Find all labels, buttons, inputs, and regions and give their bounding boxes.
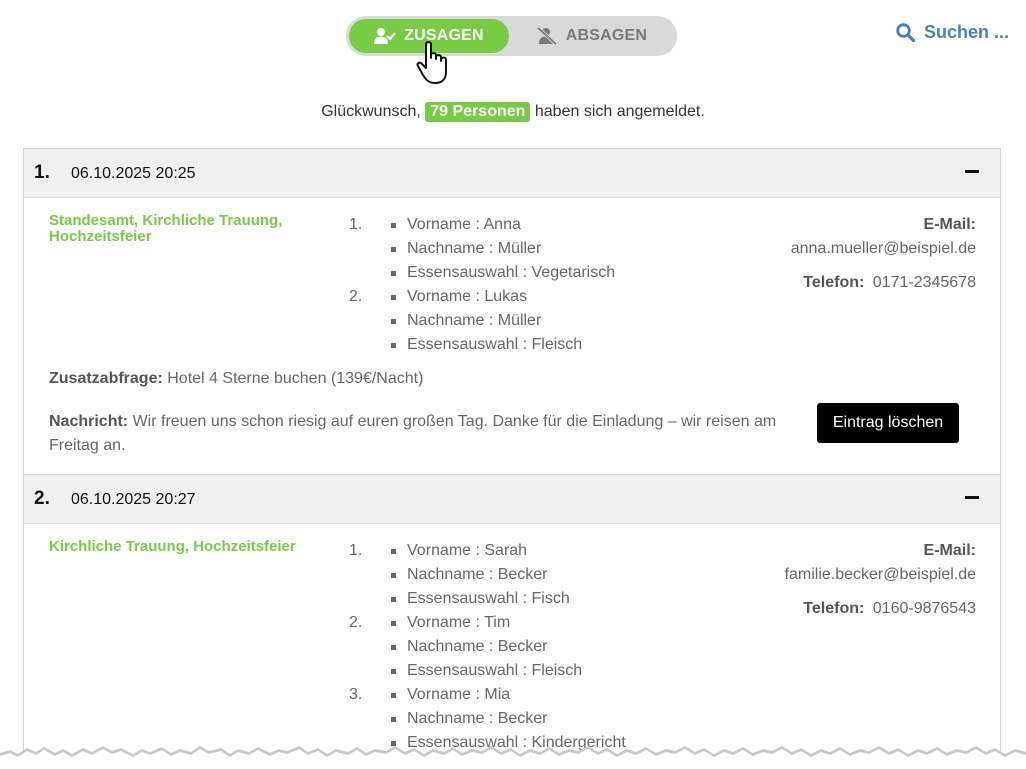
phone-row: Telefon: 0171-2345678 xyxy=(803,274,976,292)
guest-number: 2. xyxy=(349,614,363,631)
phone-row: Telefon: 0160-9876543 xyxy=(803,600,976,618)
email-label: E-Mail: xyxy=(923,542,976,559)
user-cancel-icon xyxy=(536,27,557,45)
summary-prefix: Glückwunsch, xyxy=(321,103,421,120)
guest-meal: Essensauswahl : Vegetarisch xyxy=(407,264,616,281)
guest-firstname: Vorname : Tim xyxy=(407,614,511,631)
guest-firstname: Vorname : Lukas xyxy=(407,288,528,305)
message-text: Wir freuen uns schon riesig auf euren gr… xyxy=(49,413,777,454)
guest-meal: Essensauswahl : Fleisch xyxy=(407,662,583,679)
user-check-icon xyxy=(374,28,397,44)
phone-value[interactable]: 0160-9876543 xyxy=(873,600,976,617)
list-bullet xyxy=(391,247,396,252)
list-bullet xyxy=(391,669,396,674)
guest-message: Nachricht: Wir freuen uns schon riesig a… xyxy=(49,410,789,458)
entry-datetime: 06.10.2025 20:27 xyxy=(71,491,196,508)
message-label: Nachricht: xyxy=(49,413,129,430)
guest-firstname: Vorname : Sarah xyxy=(407,542,528,559)
email-value[interactable]: anna.mueller@beispiel.de xyxy=(791,240,976,258)
torn-edge xyxy=(0,746,1026,769)
guest-firstname: Vorname : Mia xyxy=(407,686,511,703)
search-icon xyxy=(896,23,915,42)
entry-number: 2. xyxy=(34,488,50,509)
entry-list: 1. 06.10.2025 20:25 Standesamt, Kirchlic… xyxy=(23,148,1001,769)
summary-suffix: haben sich angemeldet. xyxy=(534,103,705,120)
entry-number: 1. xyxy=(34,162,50,183)
guest-number: 1. xyxy=(349,216,363,233)
list-bullet xyxy=(391,573,396,578)
search-label: Suchen ... xyxy=(924,22,1010,42)
list-bullet xyxy=(391,693,396,698)
guest-lastname: Nachname : Müller xyxy=(407,240,542,257)
guest-number: 2. xyxy=(349,288,363,305)
entry-datetime: 06.10.2025 20:25 xyxy=(71,165,196,182)
guest-lastname: Nachname : Müller xyxy=(407,312,542,329)
registration-count-badge: 79 Personen xyxy=(425,102,531,122)
list-bullet xyxy=(391,319,396,324)
phone-value[interactable]: 0171-2345678 xyxy=(873,274,976,291)
extra-query-value: Hotel 4 Sterne buchen (139€/Nacht) xyxy=(167,370,424,387)
phone-label: Telefon: xyxy=(803,600,865,617)
entry-events: Kirchliche Trauung, Hochzeitsfeier xyxy=(49,538,296,555)
list-bullet xyxy=(391,295,396,300)
declined-tab[interactable]: ABSAGEN xyxy=(509,19,674,53)
guest-number: 1. xyxy=(349,542,363,559)
rsvp-filter-toggle: ZUSAGEN ABSAGEN xyxy=(346,16,677,56)
search-link[interactable]: Suchen ... xyxy=(896,22,1009,43)
guest-firstname: Vorname : Anna xyxy=(407,216,521,233)
phone-label: Telefon: xyxy=(803,274,865,291)
extra-query-label: Zusatzabfrage: xyxy=(49,370,163,387)
delete-entry-button[interactable]: Eintrag löschen xyxy=(817,403,959,443)
guest-lastname: Nachname : Becker xyxy=(407,566,548,583)
guest-lastname: Nachname : Becker xyxy=(407,710,548,727)
list-bullet xyxy=(391,717,396,722)
declined-label: ABSAGEN xyxy=(565,27,648,44)
entry-header[interactable]: 1. 06.10.2025 20:25 xyxy=(24,149,1000,198)
list-bullet xyxy=(391,645,396,650)
collapse-minus-icon[interactable] xyxy=(965,170,979,173)
list-bullet xyxy=(391,271,396,276)
guest-meal: Essensauswahl : Fisch xyxy=(407,590,570,607)
list-bullet xyxy=(391,223,396,228)
list-bullet xyxy=(391,621,396,626)
email-label: E-Mail: xyxy=(923,216,976,233)
guest-number: 3. xyxy=(349,686,363,703)
extra-query: Zusatzabfrage: Hotel 4 Sterne buchen (13… xyxy=(49,370,423,388)
hand-cursor-icon xyxy=(416,41,447,84)
entry-header[interactable]: 2. 06.10.2025 20:27 xyxy=(24,475,1000,524)
guest-lastname: Nachname : Becker xyxy=(407,638,548,655)
registration-summary: Glückwunsch, 79 Personen haben sich ange… xyxy=(0,102,1026,122)
list-bullet xyxy=(391,549,396,554)
list-bullet xyxy=(391,597,396,602)
guest-meal: Essensauswahl : Fleisch xyxy=(407,336,583,353)
entry-events: Standesamt, Kirchliche Trauung, Hochzeit… xyxy=(49,212,283,245)
email-value[interactable]: familie.becker@beispiel.de xyxy=(785,566,976,584)
list-bullet xyxy=(391,343,396,348)
collapse-minus-icon[interactable] xyxy=(965,496,979,499)
